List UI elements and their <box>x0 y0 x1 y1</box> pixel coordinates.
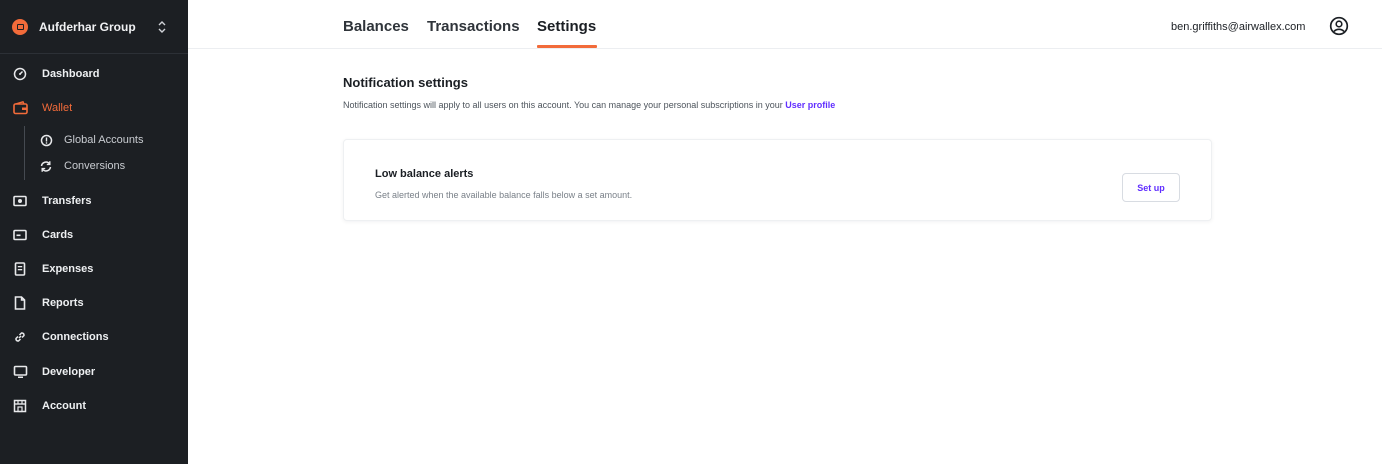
wallet-icon <box>12 100 28 116</box>
sidebar-subitem-label: Global Accounts <box>64 134 144 146</box>
org-logo-icon <box>12 18 28 35</box>
org-name: Aufderhar Group <box>39 19 136 34</box>
sidebar-item-label: Reports <box>42 297 84 309</box>
receipt-icon <box>12 261 28 277</box>
sidebar-item-expenses[interactable]: Expenses <box>0 256 188 282</box>
sidebar-item-developer[interactable]: Developer <box>0 359 188 385</box>
card-icon <box>12 227 28 243</box>
sidebar-subitem-global-accounts[interactable]: Global Accounts <box>38 129 144 151</box>
sidebar-item-label: Cards <box>42 229 74 241</box>
sidebar-item-wallet[interactable]: Wallet <box>0 95 188 121</box>
active-tab-indicator <box>537 45 597 48</box>
sidebar-item-label: Developer <box>42 366 96 378</box>
monitor-icon <box>12 364 28 380</box>
sidebar-item-label: Transfers <box>42 195 92 207</box>
sidebar-item-label: Dashboard <box>42 68 100 80</box>
storefront-icon <box>12 398 28 414</box>
page-title: Notification settings <box>343 75 468 90</box>
user-profile-link[interactable]: User profile <box>785 100 835 110</box>
sidebar-item-label: Wallet <box>42 102 73 114</box>
transfers-icon <box>12 193 28 209</box>
card-description: Get alerted when the available balance f… <box>375 190 633 200</box>
sidebar-item-label: Connections <box>42 331 109 343</box>
app-root: Aufderhar Group Dashboard Wallet Global … <box>0 0 1382 476</box>
card-title: Low balance alerts <box>375 168 474 180</box>
description-text: Notification settings will apply to all … <box>343 100 783 110</box>
document-icon <box>12 295 28 311</box>
sidebar-subitem-conversions[interactable]: Conversions <box>38 155 125 177</box>
sidebar: Aufderhar Group Dashboard Wallet Global … <box>0 0 188 464</box>
set-up-button[interactable]: Set up <box>1122 173 1180 202</box>
chevron-up-down-icon[interactable] <box>158 20 166 34</box>
link-icon <box>12 329 28 345</box>
tab-transactions[interactable]: Transactions <box>427 18 520 35</box>
sidebar-item-reports[interactable]: Reports <box>0 290 188 316</box>
top-bar: Balances Transactions Settings ben.griff… <box>188 6 1382 49</box>
tab-settings[interactable]: Settings <box>537 18 596 35</box>
sidebar-item-account[interactable]: Account <box>0 393 188 419</box>
sidebar-item-label: Account <box>42 400 86 412</box>
sidebar-item-transfers[interactable]: Transfers <box>0 188 188 214</box>
sidebar-item-label: Expenses <box>42 263 94 275</box>
dashboard-gauge-icon <box>12 66 28 82</box>
sidebar-subitem-label: Conversions <box>64 160 126 172</box>
info-circle-icon <box>38 132 54 148</box>
sidebar-item-connections[interactable]: Connections <box>0 324 188 350</box>
page-description: Notification settings will apply to all … <box>343 100 835 110</box>
low-balance-alerts-card: Low balance alerts Get alerted when the … <box>343 139 1212 221</box>
refresh-icon <box>38 158 54 174</box>
tab-balances[interactable]: Balances <box>343 18 409 35</box>
org-switcher[interactable]: Aufderhar Group <box>0 0 188 54</box>
user-email[interactable]: ben.griffiths@airwallex.com <box>1171 21 1305 33</box>
sidebar-item-cards[interactable]: Cards <box>0 222 188 248</box>
user-avatar-icon[interactable] <box>1329 16 1349 36</box>
submenu-guide-line <box>24 126 25 180</box>
sidebar-item-dashboard[interactable]: Dashboard <box>0 61 188 87</box>
